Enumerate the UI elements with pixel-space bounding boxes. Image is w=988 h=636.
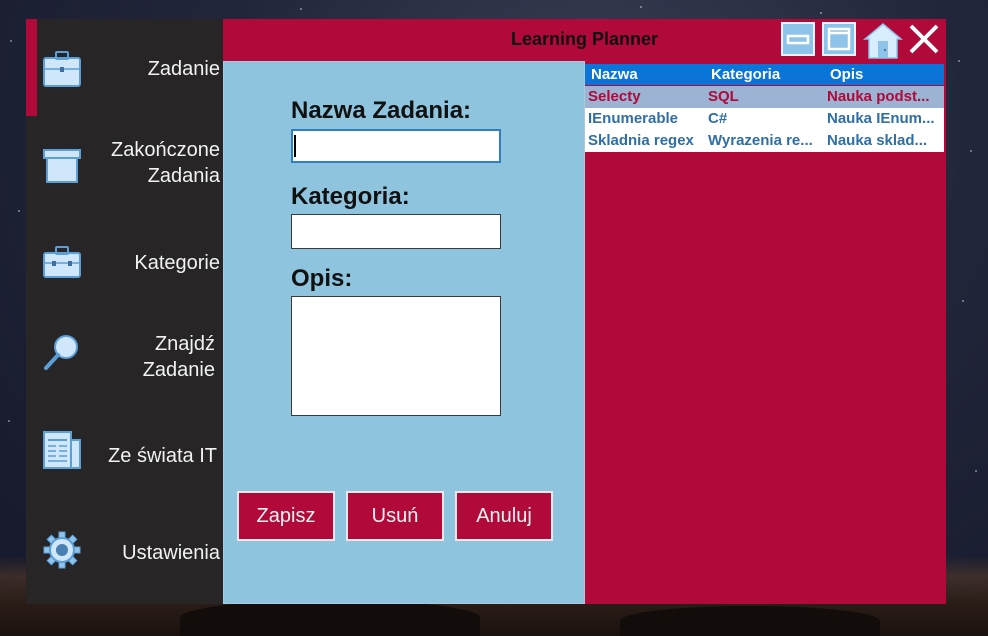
sidebar-item-ze-swiata-it[interactable]: Ze świata IT [26, 419, 223, 489]
task-category-cell: Wyrazenia re... [708, 132, 813, 149]
minimize-button[interactable] [781, 22, 815, 56]
task-row[interactable]: Selecty SQL Nauka podst... [585, 86, 944, 108]
task-form: Nazwa Zadania: Kategoria: Opis: Zapisz U… [223, 61, 585, 604]
save-button[interactable]: Zapisz [237, 491, 335, 541]
maximize-icon [827, 27, 851, 51]
app-window: Zadanie Zakończone Zadania Kategorie Zna… [26, 19, 946, 604]
gear-icon [43, 531, 81, 569]
sidebar-item-znajdz-zadanie[interactable]: Znajdź Zadanie [26, 319, 223, 399]
task-name-cell: IEnumerable [588, 110, 679, 127]
category-input[interactable] [291, 214, 501, 249]
cancel-button[interactable]: Anuluj [455, 491, 553, 541]
close-icon [909, 24, 939, 54]
task-name-cell: Selecty [588, 88, 641, 105]
task-category-cell: SQL [708, 88, 739, 105]
task-name-cell: Skladnia regex [588, 132, 694, 149]
sidebar-item-kategorie[interactable]: Kategorie [26, 229, 223, 299]
task-row[interactable]: Skladnia regex Wyrazenia re... Nauka skl… [585, 130, 944, 152]
briefcase-icon [43, 51, 81, 87]
task-row[interactable]: IEnumerable C# Nauka IEnum... [585, 108, 944, 130]
sidebar-item-label: Zakończone [111, 139, 220, 161]
close-button[interactable] [907, 22, 941, 56]
task-list-panel: Nazwa Kategoria Opis Selecty SQL Nauka p… [585, 61, 946, 604]
sidebar-item-label: Zadanie [142, 359, 215, 381]
sidebar-item-zakonczone-zadania[interactable]: Zakończone Zadania [26, 124, 223, 204]
sidebar-item-label: Zadanie [147, 58, 220, 80]
task-category-cell: C# [708, 110, 728, 127]
sidebar-item-zadanie[interactable]: Zadanie [26, 19, 223, 116]
task-description-cell: Nauka podst... [827, 88, 930, 105]
maximize-button[interactable] [822, 22, 856, 56]
sidebar-item-ustawienia[interactable]: Ustawienia [26, 519, 223, 589]
newspaper-icon [43, 431, 81, 469]
task-name-label: Nazwa Zadania: [291, 97, 472, 124]
category-label: Kategoria: [291, 183, 410, 210]
task-description-cell: Nauka sklad... [827, 132, 928, 149]
magnifier-icon [44, 335, 78, 370]
sidebar-item-label: Kategorie [134, 252, 220, 274]
archive-box-icon [43, 149, 81, 183]
task-description-cell: Nauka IEnum... [827, 110, 935, 127]
column-header-nazwa[interactable]: Nazwa [591, 66, 638, 83]
delete-button[interactable]: Usuń [346, 491, 444, 541]
task-list-header: Nazwa Kategoria Opis [585, 64, 944, 85]
task-name-input[interactable] [291, 129, 501, 163]
column-header-kategoria[interactable]: Kategoria [711, 66, 780, 83]
description-label: Opis: [291, 265, 353, 292]
task-name-field-wrap [291, 129, 501, 163]
sidebar-item-label: Ustawienia [122, 542, 220, 564]
sidebar: Zadanie Zakończone Zadania Kategorie Zna… [26, 19, 223, 604]
minimize-icon [786, 34, 810, 45]
text-caret [294, 135, 296, 157]
home-button[interactable] [862, 21, 904, 59]
titlebar: Learning Planner [223, 19, 946, 61]
sidebar-item-label: Znajdź [154, 333, 215, 355]
toolbox-icon [43, 246, 81, 278]
home-icon [862, 23, 904, 59]
column-header-opis[interactable]: Opis [830, 66, 863, 83]
description-textarea[interactable] [291, 296, 501, 416]
sidebar-item-label: Ze świata IT [108, 445, 217, 467]
sidebar-item-label: Zadania [147, 165, 220, 187]
